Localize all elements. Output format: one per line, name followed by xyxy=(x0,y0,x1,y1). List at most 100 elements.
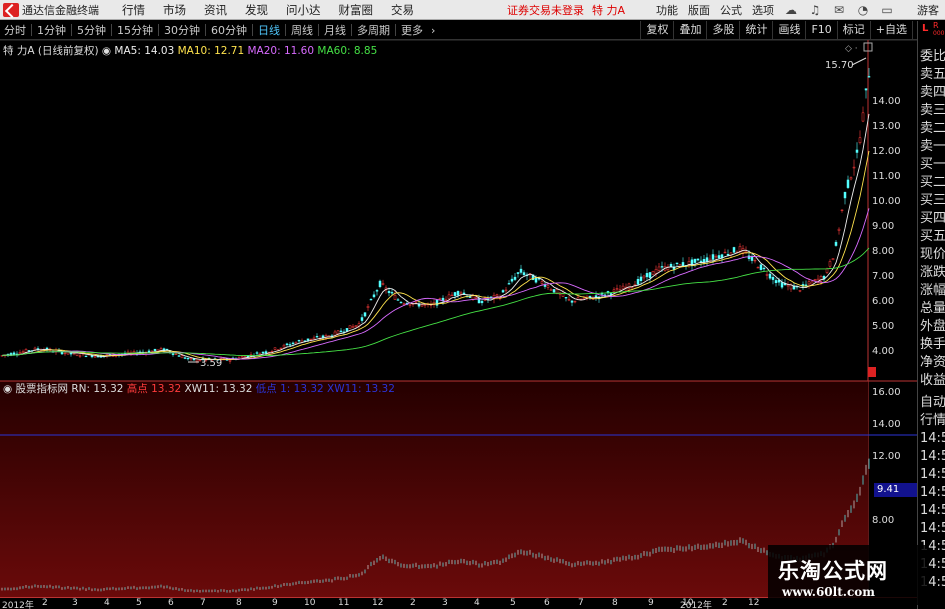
menu-item-trade[interactable]: 交易 xyxy=(382,2,423,18)
login-alert[interactable]: 证券交易未登录 xyxy=(507,2,584,18)
candle-body xyxy=(549,289,553,291)
candle-body xyxy=(582,297,586,300)
candle-body xyxy=(753,259,757,262)
menu-item-discover[interactable]: 发现 xyxy=(236,2,277,18)
candle-body xyxy=(177,355,181,357)
multi-stock-button[interactable]: 多股 xyxy=(706,21,739,39)
candle-body xyxy=(288,344,292,346)
menu-item-news[interactable]: 资讯 xyxy=(195,2,236,18)
price-tick: 9.00 xyxy=(872,221,895,232)
candle-body xyxy=(270,351,274,353)
menu-item-wealth[interactable]: 财富圈 xyxy=(330,2,383,18)
menu-item-ask[interactable]: 问小达 xyxy=(277,2,330,18)
candles-group xyxy=(0,68,871,364)
menu-item-layout[interactable]: 版面 xyxy=(683,2,715,18)
menu-item-exchange[interactable]: 市场 xyxy=(154,2,195,18)
candle-body xyxy=(660,266,664,268)
overlay-button[interactable]: 叠加 xyxy=(673,21,706,39)
price-tick: 8.00 xyxy=(872,246,895,257)
period-tab[interactable]: 周线 xyxy=(287,22,317,38)
candle-body xyxy=(375,290,379,292)
candle-body xyxy=(366,306,370,308)
screen-icon[interactable]: ▭ xyxy=(879,2,895,18)
price-axis: 14.00 13.00 12.00 11.00 10.00 9.00 8.00 … xyxy=(868,40,916,380)
mark-button[interactable]: 标记 xyxy=(836,21,870,39)
date-tick: 3 xyxy=(442,598,448,608)
candle-body xyxy=(372,294,376,298)
candle-body xyxy=(309,338,313,341)
stats-button[interactable]: 统计 xyxy=(739,21,772,39)
sidebar-item: 换手 xyxy=(920,337,945,352)
tick-time: 14:50 xyxy=(920,503,945,518)
indicator-tick: 14.00 xyxy=(872,419,901,430)
price-tick: 11.00 xyxy=(872,171,901,182)
draw-line-button[interactable]: 画线 xyxy=(772,21,805,39)
menu-item-formula[interactable]: 公式 xyxy=(715,2,747,18)
side-toggle[interactable]: L R 000 xyxy=(917,21,945,40)
date-tick: 2 xyxy=(410,598,416,608)
sidebar-item-auto[interactable]: 自动 xyxy=(918,394,945,412)
candle-body xyxy=(645,273,649,278)
candle-body xyxy=(726,254,730,256)
guest-login[interactable]: 游客 xyxy=(917,2,939,18)
user-icon[interactable]: ◔ xyxy=(855,2,871,18)
kline-chart[interactable]: 15.70 3.59 ◇ · xyxy=(0,40,917,597)
candle-body xyxy=(240,356,244,358)
candle-body xyxy=(351,325,355,329)
candle-body xyxy=(414,301,418,303)
price-tick: 7.00 xyxy=(872,271,895,282)
period-tab[interactable]: 30分钟 xyxy=(160,22,204,38)
candle-body xyxy=(36,348,40,350)
candle-body xyxy=(804,284,808,286)
candle-body xyxy=(360,317,364,321)
corner-left-label: L xyxy=(922,23,929,34)
message-icon[interactable]: ✉ xyxy=(831,2,847,18)
period-tab[interactable]: 月线 xyxy=(320,22,350,38)
candle-body xyxy=(396,299,400,301)
chevron-right-icon[interactable]: › xyxy=(427,24,439,37)
divider xyxy=(318,24,319,36)
candle-body xyxy=(594,295,598,298)
candle-body xyxy=(189,357,193,360)
price-tick: 12.00 xyxy=(872,146,901,157)
period-tab[interactable]: 60分钟 xyxy=(207,22,251,38)
candle-body xyxy=(771,276,775,280)
candle-body xyxy=(702,258,706,263)
candle-body xyxy=(456,291,460,296)
cloud-icon[interactable]: ☁ xyxy=(783,2,799,18)
sidebar-item: 总量 xyxy=(920,301,945,316)
menu-item-functions[interactable]: 功能 xyxy=(651,2,683,18)
f10-button[interactable]: F10 xyxy=(805,21,836,39)
candle-body xyxy=(261,351,265,354)
date-tick: 3 xyxy=(72,598,78,608)
period-tab-more[interactable]: 更多 xyxy=(397,22,427,38)
menubar-right: 功能 版面 公式 选项 ☁ ♫ ✉ ◔ ▭ 游客 xyxy=(651,0,945,20)
candle-body xyxy=(153,348,157,352)
period-tab[interactable]: 分时 xyxy=(0,22,30,38)
bell-icon[interactable]: ♫ xyxy=(807,2,823,18)
period-tab-daily[interactable]: 日线 xyxy=(254,22,284,38)
period-tab[interactable]: 多周期 xyxy=(353,22,394,38)
sidebar-item-quote[interactable]: 行情 xyxy=(918,412,945,430)
candle-body xyxy=(321,335,325,338)
candle-body xyxy=(519,268,523,273)
candle-body xyxy=(312,337,316,340)
candle-body xyxy=(474,296,478,299)
legend-gear-icon[interactable]: ◉ xyxy=(3,383,16,395)
adjust-button[interactable]: 复权 xyxy=(640,21,673,39)
diamond-icon[interactable]: ◇ · xyxy=(845,44,858,54)
ma-lines-group xyxy=(1,113,870,361)
candle-body xyxy=(546,285,550,288)
period-tab[interactable]: 1分钟 xyxy=(33,22,70,38)
menu-item-market[interactable]: 行情 xyxy=(113,2,154,18)
candle-body xyxy=(438,298,442,300)
ma10-value: MA10: 12.71 xyxy=(177,45,245,57)
period-tab[interactable]: 5分钟 xyxy=(73,22,110,38)
divider xyxy=(395,24,396,36)
menu-item-options[interactable]: 选项 xyxy=(747,2,779,18)
period-tab[interactable]: 15分钟 xyxy=(113,22,157,38)
candle-body xyxy=(657,266,661,271)
rn-value: RN: 13.32 xyxy=(71,383,124,395)
legend-circle-icon[interactable]: ◉ xyxy=(102,45,115,57)
add-favorite-button[interactable]: +自选 xyxy=(869,21,912,39)
